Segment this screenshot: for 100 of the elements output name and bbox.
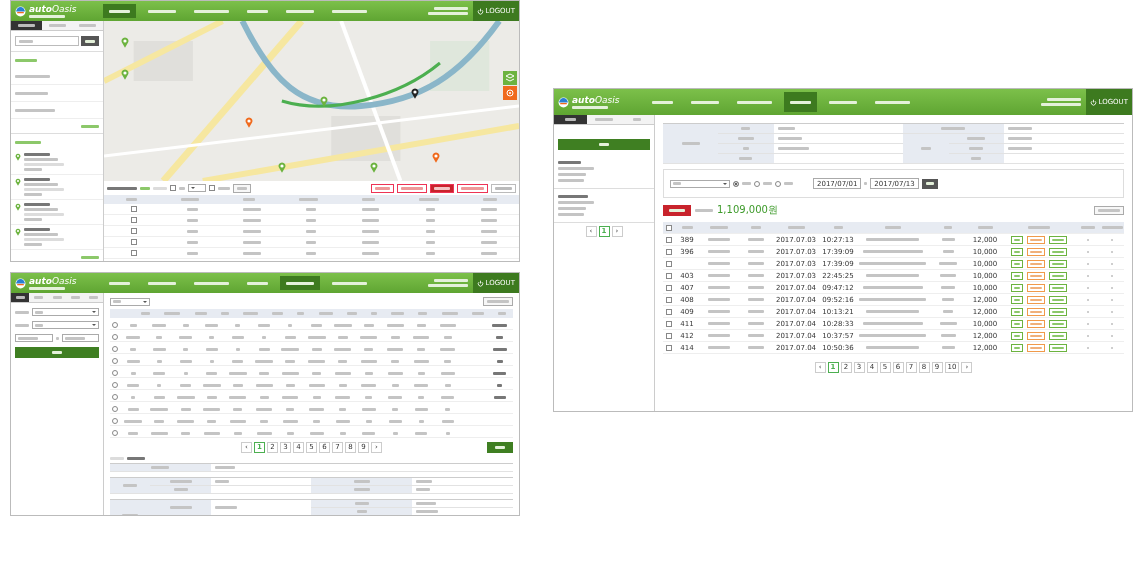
filter-select[interactable] <box>32 308 99 316</box>
history-link[interactable] <box>492 347 507 351</box>
excel-download-button[interactable] <box>483 297 513 306</box>
row-checkbox[interactable] <box>666 308 672 315</box>
row-radio[interactable] <box>112 334 118 340</box>
layer-button[interactable] <box>503 71 517 85</box>
map-marker-icon[interactable] <box>278 161 287 173</box>
map-marker-icon[interactable] <box>120 37 129 48</box>
confirm-button[interactable] <box>487 442 513 453</box>
edit-button[interactable] <box>1011 283 1023 292</box>
nav-tab[interactable] <box>280 276 320 290</box>
select-all-checkbox[interactable] <box>666 224 672 231</box>
date-field[interactable] <box>15 334 53 342</box>
history-button[interactable] <box>1027 259 1045 268</box>
search-button[interactable] <box>921 178 938 189</box>
map-marker-icon[interactable] <box>319 96 328 108</box>
row-radio[interactable] <box>112 382 118 388</box>
history-link[interactable] <box>493 395 506 399</box>
edit-button[interactable] <box>1011 295 1023 304</box>
history-button[interactable] <box>1027 319 1045 328</box>
row-checkbox[interactable] <box>666 248 672 255</box>
search-button[interactable] <box>81 36 99 46</box>
history-link[interactable] <box>492 323 508 327</box>
row-radio[interactable] <box>112 358 118 364</box>
row-checkbox[interactable] <box>130 206 137 212</box>
row-checkbox[interactable] <box>666 236 672 243</box>
document-button[interactable] <box>1049 283 1067 292</box>
history-button[interactable] <box>1027 331 1045 340</box>
radius-select[interactable] <box>188 184 206 192</box>
filter-select[interactable] <box>32 321 99 329</box>
action-button[interactable] <box>430 183 454 193</box>
document-button[interactable] <box>1049 295 1067 304</box>
action-button[interactable] <box>397 183 427 193</box>
document-button[interactable] <box>1049 319 1067 328</box>
radio-button[interactable] <box>775 180 781 187</box>
row-checkbox[interactable] <box>130 228 137 234</box>
map-marker-icon[interactable] <box>431 152 440 164</box>
excel-download-button[interactable] <box>1094 205 1124 215</box>
search-field[interactable] <box>15 36 79 46</box>
edit-button[interactable] <box>1011 259 1023 268</box>
date-field[interactable] <box>61 334 99 342</box>
history-button[interactable] <box>1027 295 1045 304</box>
research-button[interactable] <box>233 183 251 193</box>
map-marker-icon[interactable] <box>369 161 378 173</box>
nav-tab[interactable] <box>103 4 136 18</box>
edit-button[interactable] <box>1011 271 1023 280</box>
document-button[interactable] <box>1049 235 1067 244</box>
radio-button[interactable] <box>754 180 760 187</box>
search-button[interactable] <box>558 139 650 150</box>
row-checkbox[interactable] <box>130 217 137 223</box>
row-radio[interactable] <box>112 370 118 376</box>
row-checkbox[interactable] <box>130 239 137 245</box>
action-button[interactable] <box>371 183 394 193</box>
row-radio[interactable] <box>112 430 118 436</box>
row-checkbox[interactable] <box>666 320 672 327</box>
filter-select[interactable] <box>110 297 150 306</box>
document-button[interactable] <box>1049 331 1067 340</box>
row-checkbox[interactable] <box>666 272 672 279</box>
edit-button[interactable] <box>1011 319 1023 328</box>
row-checkbox[interactable] <box>666 296 672 303</box>
row-checkbox[interactable] <box>666 260 672 267</box>
row-radio[interactable] <box>112 322 118 328</box>
row-checkbox[interactable] <box>666 284 672 291</box>
row-radio[interactable] <box>112 394 118 400</box>
history-link[interactable] <box>496 335 504 339</box>
document-button[interactable] <box>1049 247 1067 256</box>
edit-button[interactable] <box>1011 331 1023 340</box>
history-button[interactable] <box>1027 283 1045 292</box>
row-checkbox[interactable] <box>666 344 672 351</box>
sidebar-tab[interactable] <box>11 293 30 302</box>
map-marker-icon[interactable] <box>120 69 129 80</box>
document-button[interactable] <box>1049 343 1067 352</box>
row-radio[interactable] <box>112 418 118 424</box>
checkbox[interactable] <box>209 185 215 191</box>
edit-button[interactable] <box>1011 343 1023 352</box>
history-button[interactable] <box>1027 247 1045 256</box>
document-button[interactable] <box>1049 307 1067 316</box>
history-button[interactable] <box>1027 343 1045 352</box>
confirm-settlement-button[interactable] <box>663 204 691 216</box>
sidebar-tab[interactable] <box>554 115 588 124</box>
row-radio[interactable] <box>112 346 118 352</box>
map-marker-icon[interactable] <box>411 88 420 100</box>
history-link[interactable] <box>493 371 507 375</box>
history-link[interactable] <box>496 359 503 363</box>
locate-button[interactable] <box>503 86 517 100</box>
history-button[interactable] <box>1027 271 1045 280</box>
row-radio[interactable] <box>112 406 118 412</box>
row-checkbox[interactable] <box>666 332 672 339</box>
document-button[interactable] <box>1049 271 1067 280</box>
history-button[interactable] <box>1027 307 1045 316</box>
sidebar-tab[interactable] <box>11 21 42 30</box>
history-link[interactable] <box>497 383 503 387</box>
action-button[interactable] <box>457 183 488 193</box>
map-marker-icon[interactable] <box>245 117 254 128</box>
history-button[interactable] <box>1027 235 1045 244</box>
nav-tab[interactable] <box>784 92 817 112</box>
document-button[interactable] <box>1049 259 1067 268</box>
edit-button[interactable] <box>1011 307 1023 316</box>
edit-button[interactable] <box>1011 247 1023 256</box>
search-button[interactable] <box>15 347 99 358</box>
